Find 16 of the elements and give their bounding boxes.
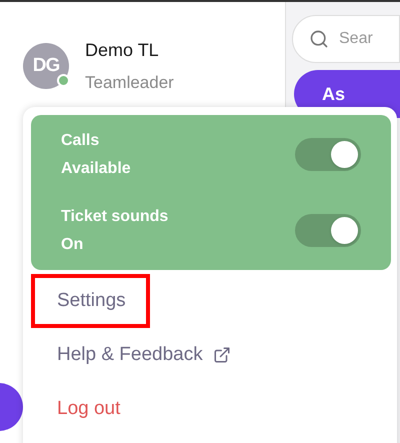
search-field[interactable]: Sear bbox=[292, 15, 400, 63]
menu-item[interactable]: Settings bbox=[31, 274, 150, 328]
avatar-initials: DG bbox=[32, 54, 60, 78]
user-role: Teamleader bbox=[85, 72, 174, 94]
menu-item[interactable]: Help & Feedback bbox=[31, 328, 255, 382]
toggle-label: Calls bbox=[61, 130, 100, 150]
toggle-label: Ticket sounds bbox=[61, 206, 168, 226]
toggle-value: On bbox=[61, 234, 84, 254]
external-link-icon bbox=[212, 346, 231, 364]
menu-item[interactable]: Log out bbox=[31, 382, 144, 436]
toggle-switch[interactable] bbox=[295, 214, 361, 247]
search-icon bbox=[309, 29, 329, 49]
user-name: Demo TL bbox=[85, 39, 160, 62]
toggle-value: Available bbox=[61, 158, 131, 178]
toggle-switch[interactable] bbox=[295, 138, 361, 171]
search-input[interactable]: Sear bbox=[339, 27, 399, 51]
